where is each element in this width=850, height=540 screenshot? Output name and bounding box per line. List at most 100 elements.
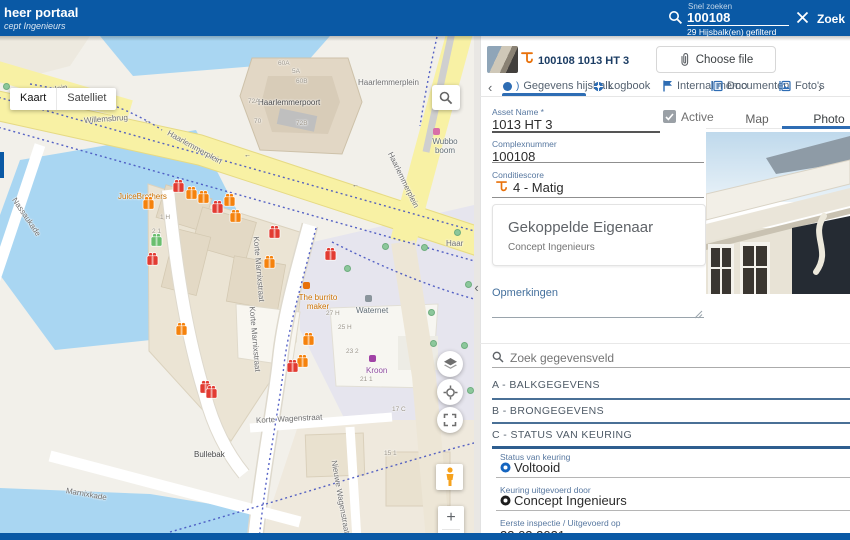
hijsbalk-marker-icon[interactable]	[197, 190, 210, 204]
hijsbalk-marker-icon[interactable]	[150, 233, 163, 247]
map-label: Waternet	[356, 306, 388, 315]
viewer-tab-photo[interactable]: Photo	[800, 112, 850, 126]
map-fullscreen-button[interactable]	[437, 407, 463, 433]
status-voltooid-icon	[500, 462, 511, 473]
map-label: Korte Marnixstraat	[248, 306, 263, 372]
map-type-satelliet-button[interactable]: Satelliet	[56, 88, 116, 110]
left-edge-artifact	[0, 152, 4, 178]
hijsbalk-marker-icon[interactable]	[324, 247, 337, 261]
conditiescore-underline	[492, 197, 704, 198]
search-submit-button[interactable]: Zoek	[817, 12, 845, 26]
map-label: 27 H	[326, 310, 340, 317]
app: heer portaal cept Ingenieurs Snel zoeken…	[0, 0, 850, 540]
inspector-underline	[496, 510, 850, 511]
hijsbalk-marker-icon[interactable]	[205, 385, 218, 399]
field-search-icon	[492, 351, 504, 363]
tree-poi-icon	[382, 243, 389, 250]
map-my-location-button[interactable]	[437, 379, 463, 405]
map-type-kaart-button[interactable]: Kaart	[10, 88, 56, 110]
map-type-control: Kaart Satelliet	[10, 88, 116, 110]
tree-poi-icon	[467, 387, 474, 394]
first-inspection-label: Eerste inspectie / Uitgevoerd op	[500, 518, 620, 528]
tab-logbook[interactable]: Logbook	[593, 80, 650, 92]
complexnummer-label: Complexnummer	[492, 139, 557, 149]
map-label: ←	[352, 182, 359, 189]
map-label: 1 H	[160, 214, 170, 221]
field-search-input[interactable]	[508, 350, 758, 366]
asset-name-label: Asset Name *	[492, 107, 544, 117]
opmerkingen-textarea[interactable]	[492, 300, 704, 318]
record-circle-icon	[503, 82, 512, 91]
map-label: 15 1	[384, 450, 397, 457]
asset-thumbnail[interactable]	[487, 46, 518, 73]
active-checkbox[interactable]	[663, 110, 676, 123]
choose-file-button[interactable]: Choose file	[656, 46, 776, 73]
hijsbalk-marker-icon[interactable]	[223, 193, 236, 207]
tree-poi-icon	[454, 229, 461, 236]
viewer-active-underline	[782, 126, 850, 129]
hijsbalk-marker-icon[interactable]	[268, 225, 281, 239]
check-icon	[665, 113, 674, 121]
map-label: ←	[144, 118, 151, 125]
section-brongegevens[interactable]: B - BRONGEGEVENS	[492, 405, 604, 417]
choose-file-label: Choose file	[696, 54, 754, 66]
tabs-scroll-right-chevron[interactable]: ›	[818, 80, 822, 95]
hijsbalk-marker-icon[interactable]	[286, 359, 299, 373]
map-label: 72A	[248, 98, 260, 105]
tree-poi-icon	[421, 244, 428, 251]
asset-photo[interactable]	[706, 132, 850, 294]
layers-icon	[443, 357, 458, 372]
tree-poi-icon	[344, 265, 351, 272]
photo-icon	[779, 80, 791, 92]
map-search-button[interactable]	[432, 85, 460, 110]
close-icon[interactable]	[796, 11, 809, 24]
tab-label: Logbook	[608, 80, 650, 92]
resize-handle-icon[interactable]	[694, 310, 703, 319]
map[interactable]: → NassaupleinWillemsbrugHaarlemmerpleinH…	[0, 36, 474, 540]
map-pegman-control[interactable]	[436, 464, 463, 490]
helm-icon	[593, 81, 604, 92]
tabs-scroll-left-chevron[interactable]: ‹	[488, 80, 492, 95]
map-label: 70	[254, 118, 261, 125]
map-label: Haarlemmerplein	[386, 151, 421, 210]
map-label: Korte Wagenstraat	[256, 413, 323, 425]
hijsbalk-marker-icon[interactable]	[263, 255, 276, 269]
active-tab-underline	[502, 93, 586, 96]
hijsbalk-marker-icon[interactable]	[302, 332, 315, 346]
fullscreen-icon	[443, 413, 457, 427]
inspector-icon	[500, 495, 511, 506]
map-label: 72B	[296, 120, 308, 127]
app-title: heer portaal	[4, 5, 78, 20]
panel-collapse-chevron[interactable]: ‹	[471, 278, 482, 298]
status-keuring-value[interactable]: Voltooid	[514, 460, 560, 475]
hijsbalk-marker-icon[interactable]	[229, 209, 242, 223]
viewer-tab-map[interactable]: Map	[728, 112, 786, 126]
section-status-van-keuring[interactable]: C - STATUS VAN KEURING	[492, 429, 632, 441]
map-layers-button[interactable]	[437, 351, 463, 377]
zoom-in-button[interactable]: +	[438, 506, 464, 529]
poi-icon	[303, 282, 310, 289]
section-balkgegevens-line	[492, 398, 850, 400]
flag-icon	[663, 80, 673, 92]
inspector-value[interactable]: Concept Ingenieurs	[514, 493, 627, 508]
conditiescore-value[interactable]: 4 - Matig	[513, 180, 564, 195]
hijsbalk-marker-icon[interactable]	[175, 322, 188, 336]
asset-title: 100108 1013 HT 3	[538, 55, 629, 67]
hijsbalk-marker-icon[interactable]	[146, 252, 159, 266]
map-label: Kroon	[366, 366, 387, 375]
tab-documenten[interactable]: Documenten	[711, 80, 789, 92]
section-balkgegevens[interactable]: A - BALKGEGEVENS	[492, 379, 600, 391]
map-label: Korte Marnixstraat	[252, 236, 267, 302]
asset-name-value[interactable]: 1013 HT 3	[492, 117, 552, 132]
hijsbalk-marker-icon[interactable]	[142, 196, 155, 210]
hijsbalk-marker-icon[interactable]	[172, 179, 185, 193]
section-status-line	[492, 446, 850, 449]
asset-name-underline	[492, 131, 660, 133]
top-bar: heer portaal cept Ingenieurs Snel zoeken…	[0, 0, 850, 36]
tree-poi-icon	[461, 342, 468, 349]
quick-search-input[interactable]	[687, 9, 789, 25]
map-label: 21 1	[360, 376, 373, 383]
poi-icon	[369, 355, 376, 362]
owner-card-title: Gekoppelde Eigenaar	[508, 219, 653, 236]
map-label: 60A	[278, 60, 290, 67]
